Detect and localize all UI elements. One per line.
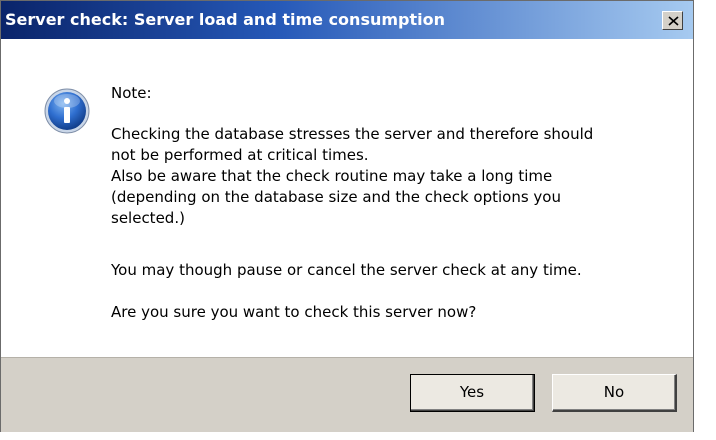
message-line-3: Also be aware that the check routine may… <box>111 167 553 185</box>
dialog-window: Server check: Server load and time consu… <box>0 0 694 432</box>
message-line-5: selected.) <box>111 209 185 227</box>
dialog-content: Note: Checking the database stresses the… <box>1 39 693 357</box>
close-button[interactable] <box>662 11 683 30</box>
message-line-4: (depending on the database size and the … <box>111 188 561 206</box>
message-line-2: not be performed at critical times. <box>111 146 369 164</box>
confirm-question: Are you sure you want to check this serv… <box>111 303 477 321</box>
close-icon <box>668 16 679 26</box>
message-line-1: Checking the database stresses the serve… <box>111 125 594 143</box>
no-button[interactable]: No <box>552 374 677 412</box>
note-label: Note: <box>111 84 152 102</box>
title-bar[interactable]: Server check: Server load and time consu… <box>1 1 693 39</box>
information-icon <box>44 88 90 134</box>
dialog-title: Server check: Server load and time consu… <box>5 10 445 29</box>
yes-button[interactable]: Yes <box>410 374 535 412</box>
button-bar: Yes No <box>1 357 693 432</box>
pause-text: You may though pause or cancel the serve… <box>111 261 582 279</box>
